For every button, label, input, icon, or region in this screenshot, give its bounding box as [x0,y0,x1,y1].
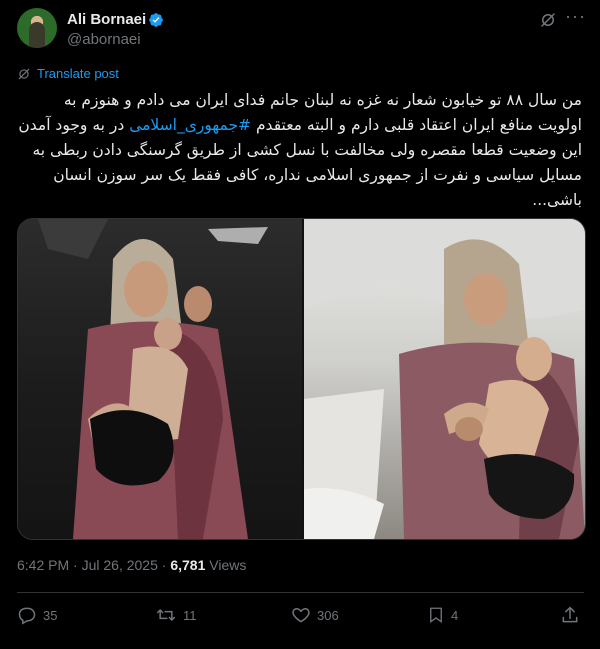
tweet-text: من سال ۸۸ تو خیابون شعار نه غزه نه لبنان… [17,88,582,213]
media-photo-left[interactable] [18,219,302,539]
tweet-time[interactable]: 6:42 PM [17,557,69,573]
hashtag-link[interactable]: #جمهوری_اسلامی [129,116,251,134]
photo-right-illustration [304,219,585,539]
bookmark-icon [430,607,442,624]
avatar[interactable] [17,8,57,48]
reply-count: 35 [43,607,58,623]
heart-icon [292,607,310,623]
like-count: 306 [317,607,339,623]
translate-icon [18,68,30,79]
reply-icon [18,607,36,625]
views-label: Views [209,557,247,573]
media-grid [17,218,586,540]
translate-post-label: Translate post [37,66,119,81]
repost-count: 11 [183,607,197,623]
like-button[interactable]: 306 [291,605,339,625]
more-options-icon[interactable]: ··· [565,7,585,28]
repost-icon [156,608,176,622]
grok-icon[interactable] [539,11,557,29]
divider [17,592,584,593]
photo-left-illustration [38,219,268,539]
meta-separator-2: · [161,557,167,573]
verified-badge-icon [149,13,163,27]
author-name[interactable]: Ali Bornaei [67,11,146,28]
bookmark-count: 4 [451,607,459,623]
share-icon [562,606,578,623]
author-handle[interactable]: @abornaei [67,31,141,48]
action-bar: 35 11 306 4 [17,605,584,629]
views-count: 6,781 [170,557,206,573]
translate-post-link[interactable]: Translate post [17,66,119,81]
media-photo-right[interactable] [304,219,585,539]
bookmark-button[interactable]: 4 [427,605,458,625]
repost-button[interactable]: 11 [155,605,197,625]
tweet-meta: 6:42 PM · Jul 26, 2025 · 6,781 Views [17,557,246,573]
tweet-date[interactable]: Jul 26, 2025 [82,557,158,573]
reply-button[interactable]: 35 [17,605,57,625]
share-button[interactable] [560,605,580,625]
meta-separator: · [73,557,78,573]
avatar-figure [29,22,45,48]
